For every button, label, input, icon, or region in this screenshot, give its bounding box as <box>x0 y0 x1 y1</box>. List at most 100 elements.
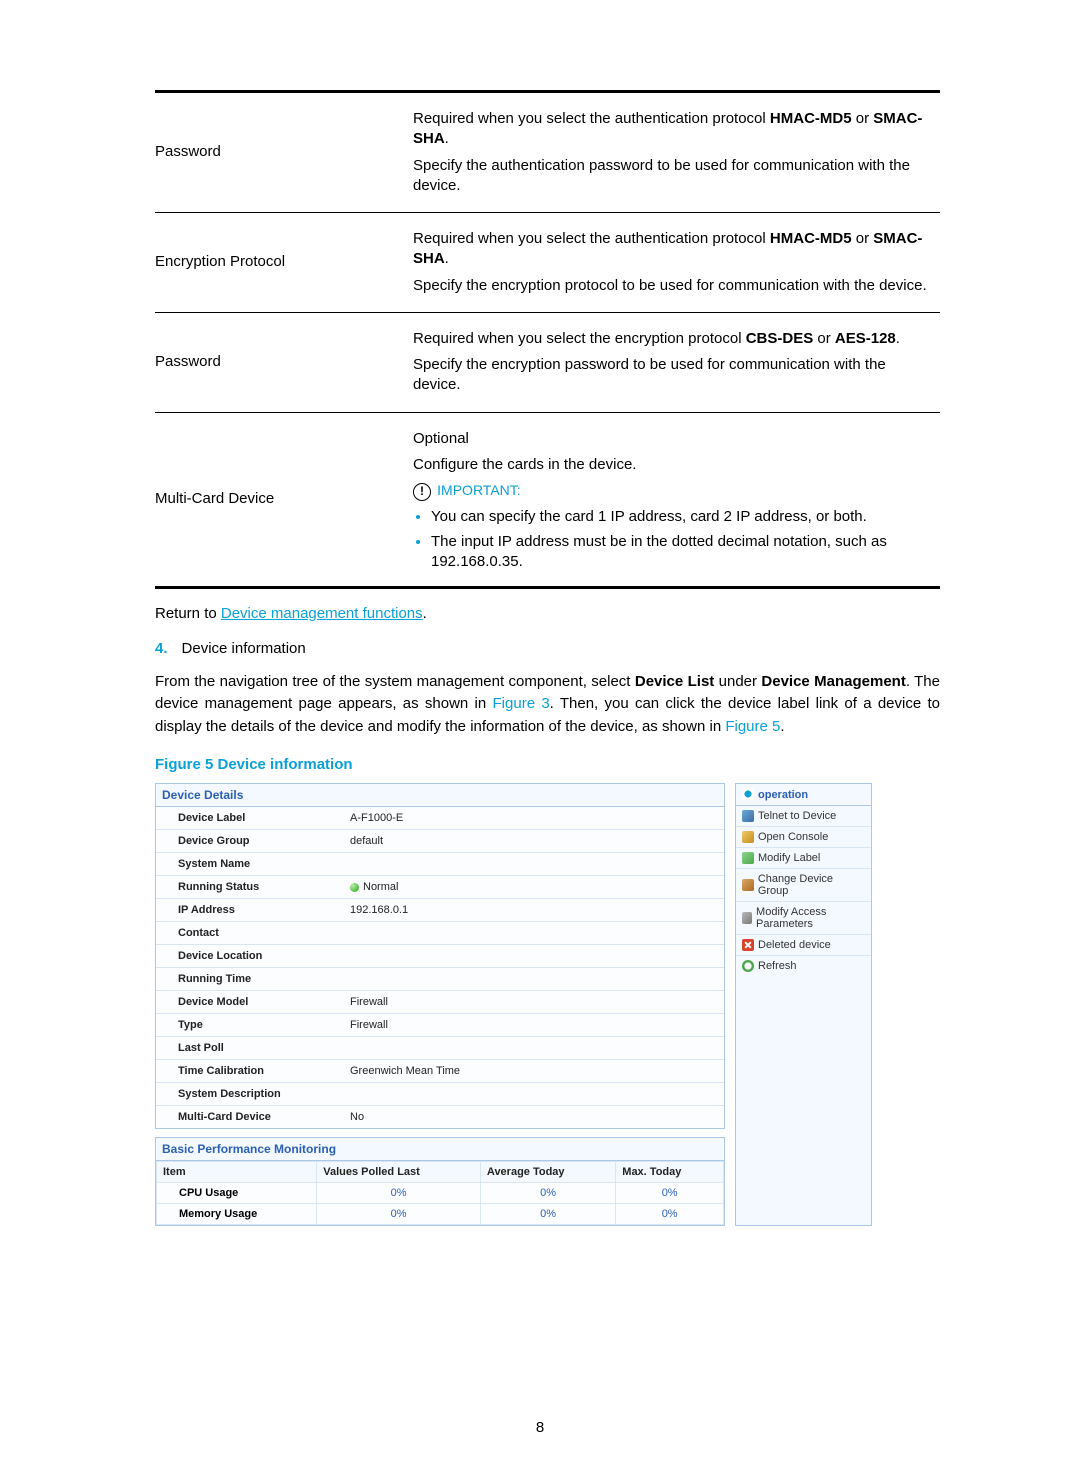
console-icon <box>742 831 754 843</box>
operation-label: Refresh <box>758 960 797 972</box>
device-details-panel: Device Details Device LabelA-F1000-EDevi… <box>155 783 725 1129</box>
step-text: Device information <box>182 640 306 657</box>
param-row: PasswordRequired when you select the enc… <box>155 312 940 412</box>
operation-item[interactable]: Change Device Group <box>736 869 871 902</box>
perf-col-header: Average Today <box>480 1162 615 1183</box>
detail-row: Device Location <box>156 945 724 968</box>
detail-row: Device ModelFirewall <box>156 991 724 1014</box>
detail-row: Running StatusNormal <box>156 876 724 899</box>
perf-value: 0% <box>480 1183 615 1204</box>
detail-row: Multi-Card DeviceNo <box>156 1106 724 1128</box>
operation-item[interactable]: Open Console <box>736 827 871 848</box>
detail-value <box>344 1037 724 1059</box>
operation-header: operation <box>736 784 871 806</box>
operation-label: Telnet to Device <box>758 810 836 822</box>
detail-row: Device Groupdefault <box>156 830 724 853</box>
paragraph: From the navigation tree of the system m… <box>155 671 940 739</box>
return-link[interactable]: Device management functions <box>221 605 423 622</box>
operation-item[interactable]: Modify Access Parameters <box>736 902 871 935</box>
detail-row: Contact <box>156 922 724 945</box>
detail-value: Firewall <box>344 1014 724 1036</box>
perf-table: ItemValues Polled LastAverage TodayMax. … <box>156 1161 724 1225</box>
detail-label: Contact <box>156 922 344 944</box>
param-row: PasswordRequired when you select the aut… <box>155 92 940 213</box>
operation-label: Modify Label <box>758 852 820 864</box>
detail-value <box>344 968 724 990</box>
detail-value <box>344 1083 724 1105</box>
param-desc: Required when you select the authenticat… <box>413 213 940 313</box>
detail-label: Device Model <box>156 991 344 1013</box>
detail-row: Device LabelA-F1000-E <box>156 807 724 830</box>
page-number: 8 <box>0 1419 1080 1436</box>
param-label: Password <box>155 312 413 412</box>
detail-row: System Description <box>156 1083 724 1106</box>
detail-row: Last Poll <box>156 1037 724 1060</box>
operation-item[interactable]: Telnet to Device <box>736 806 871 827</box>
param-row: Multi-Card DeviceOptionalConfigure the c… <box>155 412 940 588</box>
detail-label: Running Time <box>156 968 344 990</box>
detail-label: Last Poll <box>156 1037 344 1059</box>
perf-panel: Basic Performance Monitoring ItemValues … <box>155 1137 725 1226</box>
param-label: Multi-Card Device <box>155 412 413 588</box>
bullet-item: The input IP address must be in the dott… <box>431 532 932 573</box>
detail-label: Type <box>156 1014 344 1036</box>
bullet-item: You can specify the card 1 IP address, c… <box>431 507 932 527</box>
perf-col-header: Item <box>157 1162 317 1183</box>
detail-value: A-F1000-E <box>344 807 724 829</box>
important-icon: ! <box>413 483 431 501</box>
figure-caption: Figure 5 Device information <box>155 756 940 773</box>
detail-value <box>344 945 724 967</box>
operation-label: Change Device Group <box>758 873 865 897</box>
detail-value <box>344 853 724 875</box>
detail-value: No <box>344 1106 724 1128</box>
delete-icon <box>742 939 754 951</box>
detail-row: TypeFirewall <box>156 1014 724 1037</box>
param-label: Encryption Protocol <box>155 213 413 313</box>
detail-row: System Name <box>156 853 724 876</box>
operation-label: Modify Access Parameters <box>756 906 865 930</box>
detail-label: System Name <box>156 853 344 875</box>
param-desc: OptionalConfigure the cards in the devic… <box>413 412 940 588</box>
detail-label: Running Status <box>156 876 344 898</box>
perf-row-label: Memory Usage <box>157 1204 317 1225</box>
perf-header: Basic Performance Monitoring <box>156 1138 724 1161</box>
perf-row: CPU Usage0%0%0% <box>157 1183 724 1204</box>
return-line: Return to Device management functions. <box>155 603 940 626</box>
detail-label: System Description <box>156 1083 344 1105</box>
step-number: 4. <box>155 640 168 657</box>
detail-row: IP Address192.168.0.1 <box>156 899 724 922</box>
status-dot-icon <box>350 883 359 892</box>
perf-row-label: CPU Usage <box>157 1183 317 1204</box>
operation-label: Deleted device <box>758 939 831 951</box>
detail-label: Device Label <box>156 807 344 829</box>
perf-col-header: Values Polled Last <box>317 1162 481 1183</box>
operation-label: Open Console <box>758 831 828 843</box>
perf-col-header: Max. Today <box>616 1162 724 1183</box>
detail-label: IP Address <box>156 899 344 921</box>
operation-item[interactable]: Deleted device <box>736 935 871 956</box>
perf-value: 0% <box>317 1204 481 1225</box>
param-row: Encryption ProtocolRequired when you sel… <box>155 213 940 313</box>
detail-value: Firewall <box>344 991 724 1013</box>
param-desc: Required when you select the encryption … <box>413 312 940 412</box>
detail-value: default <box>344 830 724 852</box>
detail-value: 192.168.0.1 <box>344 899 724 921</box>
group-icon <box>742 879 754 891</box>
telnet-icon <box>742 810 754 822</box>
detail-value <box>344 922 724 944</box>
perf-value: 0% <box>480 1204 615 1225</box>
operation-item[interactable]: Modify Label <box>736 848 871 869</box>
perf-row: Memory Usage0%0%0% <box>157 1204 724 1225</box>
device-details-header: Device Details <box>156 784 724 807</box>
param-label: Password <box>155 92 413 213</box>
access-icon <box>742 912 752 924</box>
detail-label: Multi-Card Device <box>156 1106 344 1128</box>
detail-label: Device Location <box>156 945 344 967</box>
operation-panel: operation Telnet to Device Open Console Mo… <box>735 783 872 1226</box>
perf-value: 0% <box>317 1183 481 1204</box>
label-icon <box>742 852 754 864</box>
detail-value: Greenwich Mean Time <box>344 1060 724 1082</box>
figure-screenshot: Device Details Device LabelA-F1000-EDevi… <box>155 783 940 1226</box>
perf-value: 0% <box>616 1183 724 1204</box>
operation-item[interactable]: Refresh <box>736 956 871 976</box>
